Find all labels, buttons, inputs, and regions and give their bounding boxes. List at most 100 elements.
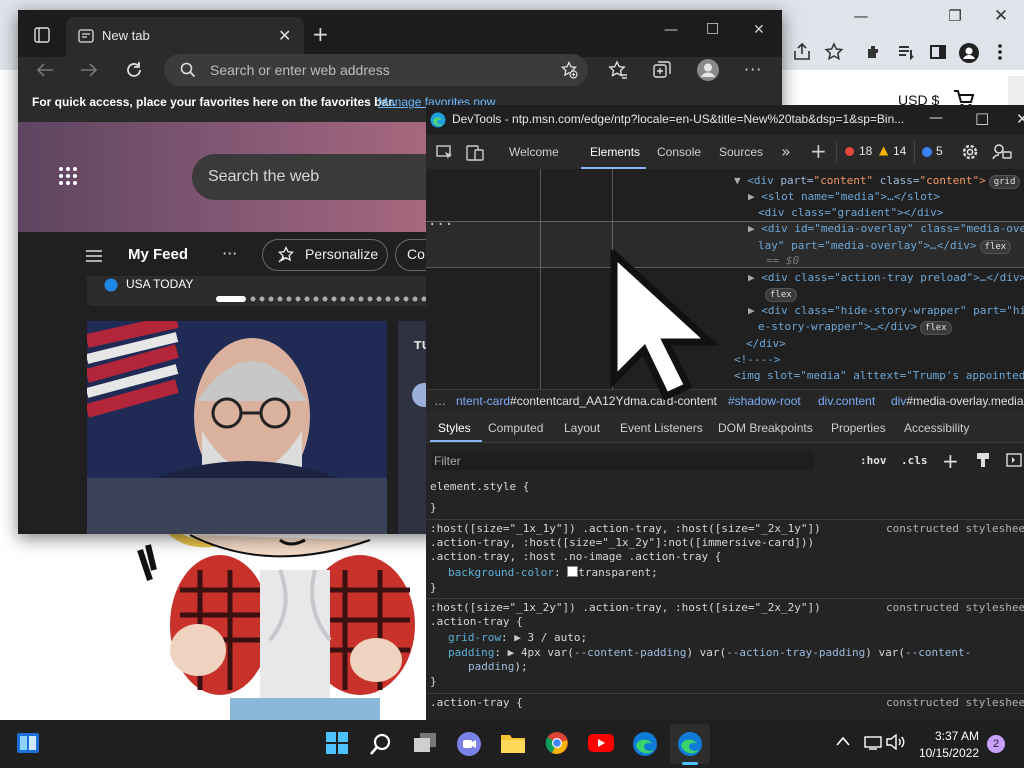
plus-icon[interactable]: + <box>312 24 329 44</box>
css-source-link[interactable]: constructed styleshee <box>886 696 1024 709</box>
inspect-element-icon[interactable] <box>436 145 454 161</box>
styles-filter-input[interactable] <box>432 452 814 470</box>
css-selector[interactable]: :host([size="_1x_1y"]) .action-tray, :ho… <box>430 522 821 535</box>
feedback-icon[interactable] <box>992 142 1012 162</box>
minimize-icon[interactable]: — <box>846 4 876 28</box>
dom-node-slot[interactable]: ▶ <slot name="media">…</slot> <box>748 190 940 203</box>
css-source-link[interactable]: constructed styleshee <box>886 601 1024 614</box>
info-count[interactable]: 5 <box>936 144 943 158</box>
carousel-pagination[interactable] <box>216 296 426 302</box>
error-icon[interactable] <box>845 147 854 156</box>
caret-down-icon[interactable]: ▼ <box>734 174 741 187</box>
info-icon[interactable] <box>922 147 932 157</box>
maximize-icon[interactable]: □ <box>975 109 989 127</box>
hover-state-toggle[interactable]: :hov <box>860 454 887 467</box>
css-selector-element-style[interactable]: element.style { <box>430 480 529 493</box>
network-icon[interactable] <box>864 734 882 750</box>
tab-welcome[interactable]: Welcome <box>509 145 559 159</box>
node-actions-ellipsis[interactable]: ··· <box>428 217 453 233</box>
close-icon[interactable]: ✕ <box>278 26 291 45</box>
news-card[interactable] <box>87 321 387 534</box>
collections-icon[interactable] <box>652 60 672 80</box>
class-toggle[interactable]: .cls <box>901 454 928 467</box>
tab-elements[interactable]: Elements <box>590 145 640 159</box>
toggle-sidebar-icon[interactable] <box>1006 453 1022 467</box>
caret-right-icon[interactable]: ▶ <box>748 271 755 284</box>
scrollbar[interactable] <box>1008 76 1024 106</box>
css-selector[interactable]: .action-tray { <box>430 615 523 628</box>
close-icon[interactable]: ✕ <box>986 4 1016 28</box>
address-input[interactable] <box>210 60 540 80</box>
notification-badge[interactable]: 2 <box>987 735 1005 753</box>
chrome-icon[interactable] <box>545 731 569 755</box>
personalize-button[interactable]: Personalize <box>262 239 388 271</box>
flex-badge[interactable]: flex <box>979 240 1012 254</box>
task-view-icon[interactable] <box>412 732 438 754</box>
caret-right-icon[interactable]: ▶ <box>748 222 755 235</box>
breadcrumb-ellipsis[interactable]: … <box>434 394 446 408</box>
css-selector[interactable]: .action-tray { <box>430 696 523 709</box>
css-declaration[interactable]: grid-row: ▶ 3 / auto; <box>448 631 587 644</box>
dom-node-action-tray[interactable]: ▶ <div class="action-tray preload">…</di… <box>748 271 1024 284</box>
edge-icon[interactable] <box>632 731 658 757</box>
breadcrumb-item-shadow-root[interactable]: #shadow-root <box>728 394 801 408</box>
tab-event-listeners[interactable]: Event Listeners <box>620 421 703 435</box>
flex-badge[interactable]: flex <box>765 288 797 302</box>
menu-dots-icon[interactable] <box>996 42 1020 64</box>
caret-right-icon[interactable]: ▶ <box>508 646 515 659</box>
reading-list-icon[interactable] <box>896 42 920 64</box>
minimize-icon[interactable]: — <box>929 110 943 126</box>
flex-badge[interactable]: flex <box>919 321 952 335</box>
css-selector[interactable]: :host([size="_1x_2y"]) .action-tray, :ho… <box>430 601 821 614</box>
volume-icon[interactable] <box>886 734 906 750</box>
css-declaration[interactable]: padding: ▶ 4px var(--content-padding) va… <box>448 646 971 659</box>
back-icon[interactable] <box>36 62 54 78</box>
tab-actions-icon[interactable] <box>34 27 50 43</box>
add-tab-icon[interactable]: + <box>810 139 827 163</box>
app-launcher-icon[interactable] <box>58 166 78 186</box>
css-source-link[interactable]: constructed styleshee <box>886 522 1024 535</box>
edge-icon[interactable] <box>677 731 703 757</box>
tab-layout[interactable]: Layout <box>564 421 600 435</box>
extensions-icon[interactable] <box>864 42 888 64</box>
css-variable[interactable]: --action-tray-padding <box>726 646 865 659</box>
styles-rules-panel[interactable]: element.style { } :host([size="_1x_1y"])… <box>426 477 1024 720</box>
css-declaration-wrap[interactable]: padding); <box>468 660 528 673</box>
clock-date[interactable]: 10/15/2022 <box>905 746 979 760</box>
error-count[interactable]: 18 <box>859 144 872 158</box>
warning-icon[interactable]: ▲ <box>879 143 888 157</box>
css-variable[interactable]: --content- <box>905 646 971 659</box>
tab-computed[interactable]: Computed <box>488 421 543 435</box>
dom-node-media-overlay[interactable]: ▶ <div id="media-overlay" class="media-o… <box>748 222 1024 235</box>
dom-node-close-div[interactable]: </div> <box>746 337 786 350</box>
maximize-icon[interactable]: □ <box>706 20 719 36</box>
tab-dom-breakpoints[interactable]: DOM Breakpoints <box>718 421 813 435</box>
youtube-icon[interactable] <box>588 734 614 752</box>
css-selector[interactable]: .action-tray, :host .no-image .action-tr… <box>430 550 721 563</box>
caret-right-icon[interactable]: ▶ <box>748 304 755 317</box>
breadcrumb-item-div-content[interactable]: div.content <box>818 394 875 408</box>
dom-node-action-tray-badge[interactable]: flex <box>762 287 797 302</box>
teams-chat-icon[interactable] <box>456 731 482 757</box>
close-icon[interactable]: ✕ <box>1016 110 1024 128</box>
windows-start-icon[interactable] <box>326 732 348 754</box>
bookmark-star-icon[interactable] <box>824 42 848 64</box>
tab-sources[interactable]: Sources <box>719 145 763 159</box>
profile-icon[interactable] <box>958 42 982 64</box>
chevron-up-icon[interactable] <box>836 736 850 746</box>
css-variable[interactable]: padding <box>468 660 514 673</box>
tab-new-tab[interactable]: New tab ✕ <box>66 17 304 57</box>
breadcrumb-item-media-overlay[interactable]: div#media-overlay.media <box>891 394 1024 408</box>
warning-count[interactable]: 14 <box>893 144 906 158</box>
settings-more-icon[interactable]: ··· <box>744 62 762 78</box>
css-selector[interactable]: .action-tray, :host([size="_1x_2y"]:not(… <box>430 536 814 549</box>
grid-badge[interactable]: grid <box>988 175 1021 189</box>
tab-properties[interactable]: Properties <box>831 421 886 435</box>
minimize-icon[interactable]: — <box>664 22 678 38</box>
side-panel-icon[interactable] <box>928 42 952 64</box>
address-bar[interactable] <box>164 54 588 86</box>
dom-node-hide-story[interactable]: ▶ <div class="hide-story-wrapper" part="… <box>748 304 1024 317</box>
tab-styles[interactable]: Styles <box>438 421 471 435</box>
file-explorer-icon[interactable] <box>500 732 526 754</box>
dom-node-media-overlay-cont[interactable]: lay" part="media-overlay">…</div> flex <box>758 239 1012 254</box>
